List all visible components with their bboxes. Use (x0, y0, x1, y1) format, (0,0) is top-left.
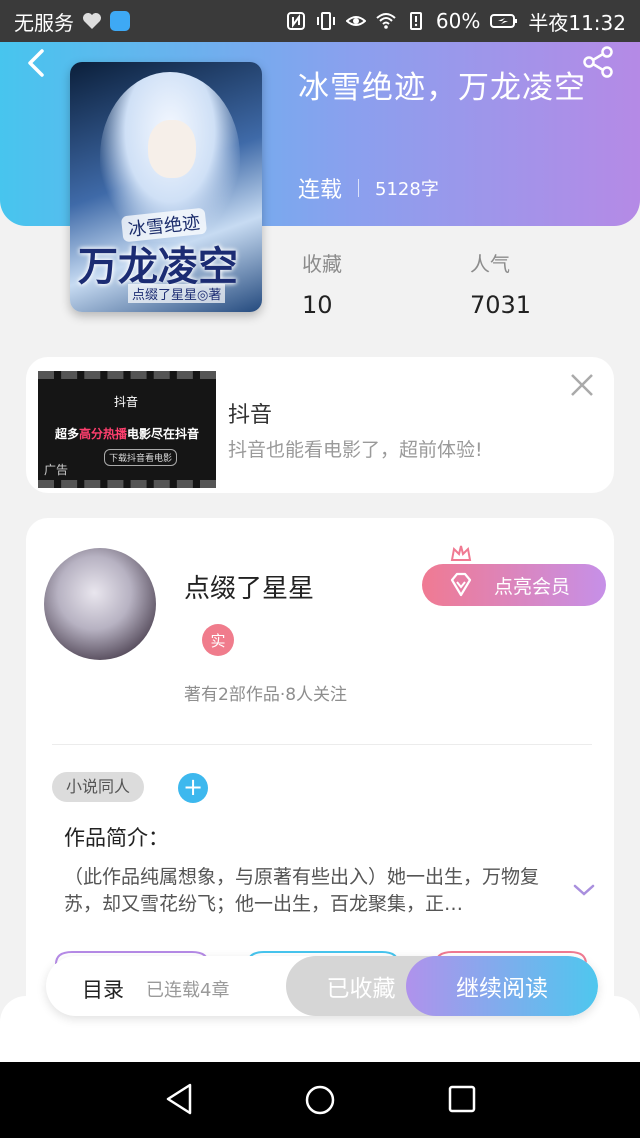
chapter-count: 已连载4章 (146, 980, 230, 1001)
popularity-value: 7031 (470, 291, 532, 319)
ad-description: 抖音也能看电影了，超前体验! (228, 439, 483, 461)
favorites-value: 10 (302, 291, 333, 319)
nfc-icon (286, 12, 305, 30)
nav-home-icon[interactable] (304, 1084, 336, 1116)
catalog-button[interactable]: 目录 (82, 974, 124, 1004)
book-status-row: 连载 5128字 (298, 172, 439, 204)
ad-tag: 广告 (44, 463, 69, 477)
avatar[interactable] (44, 548, 156, 660)
app-icon (110, 11, 130, 31)
back-icon[interactable] (22, 48, 52, 78)
ad-image-banner: 超多高分热播电影尽在抖音 (54, 427, 200, 441)
nav-recent-icon[interactable] (448, 1085, 476, 1113)
ad-image-brand: 抖音 (114, 395, 139, 409)
favorites-stat: 收藏 10 (302, 248, 342, 319)
battery-alert-icon (409, 12, 422, 30)
popularity-stat: 人气 7031 (470, 248, 531, 319)
ad-image-button: 下载抖音看电影 (104, 449, 178, 466)
continue-reading-button[interactable]: 继续阅读 (406, 956, 598, 1016)
nav-back-icon[interactable] (164, 1082, 194, 1116)
ad-card[interactable]: 抖音 超多高分热播电影尽在抖音 下载抖音看电影 广告 抖音 抖音也能看电影了，超… (26, 357, 614, 493)
book-title: 冰雪绝迹，万龙凌空 (298, 70, 586, 106)
author-meta: 著有2部作品·8人关注 (184, 685, 348, 705)
vibrate-icon (316, 12, 335, 30)
wifi-icon (376, 13, 396, 29)
vip-button[interactable]: 点亮会员 (422, 564, 606, 606)
bottom-action-bar: 目录 已连载4章 已收藏 继续阅读 (46, 956, 598, 1016)
close-icon[interactable] (568, 371, 596, 399)
intro-label: 作品简介： (64, 826, 169, 850)
word-count: 5128字 (375, 179, 439, 200)
intro-text: （此作品纯属想象，与原著有些出入）她一出生，万物复苏，却又雪花纷飞；他一出生，百… (64, 866, 540, 915)
ad-title: 抖音 (228, 403, 273, 428)
diamond-icon (450, 572, 472, 597)
separator (358, 179, 360, 197)
chevron-down-icon[interactable] (572, 880, 596, 900)
author-name[interactable]: 点缀了星星 (184, 568, 314, 605)
add-tag-button[interactable]: + (178, 773, 208, 803)
status-bar: 无服务 60% 半夜11:32 (0, 0, 640, 42)
clock: 半夜11:32 (528, 10, 626, 35)
ad-image[interactable]: 抖音 超多高分热播电影尽在抖音 下载抖音看电影 广告 (38, 371, 216, 488)
popularity-label: 人气 (470, 252, 510, 276)
system-nav-bar (0, 1062, 640, 1138)
book-cover[interactable]: 冰雪绝迹 万龙凌空 点缀了星星◎著 (70, 62, 262, 312)
cover-author: 点缀了星星◎著 (128, 284, 226, 303)
verified-badge: 实 (202, 624, 234, 656)
battery-percent: 60% (435, 9, 481, 33)
divider (52, 744, 592, 745)
heart-icon (83, 13, 101, 29)
carrier-text: 无服务 (14, 10, 74, 35)
vip-label: 点亮会员 (494, 575, 571, 598)
favorites-label: 收藏 (302, 252, 342, 276)
eye-icon (345, 16, 366, 26)
battery-icon (490, 14, 518, 28)
tag-chip[interactable]: 小说同人 (52, 772, 145, 802)
serial-status: 连载 (298, 178, 343, 203)
crown-icon (450, 545, 472, 561)
